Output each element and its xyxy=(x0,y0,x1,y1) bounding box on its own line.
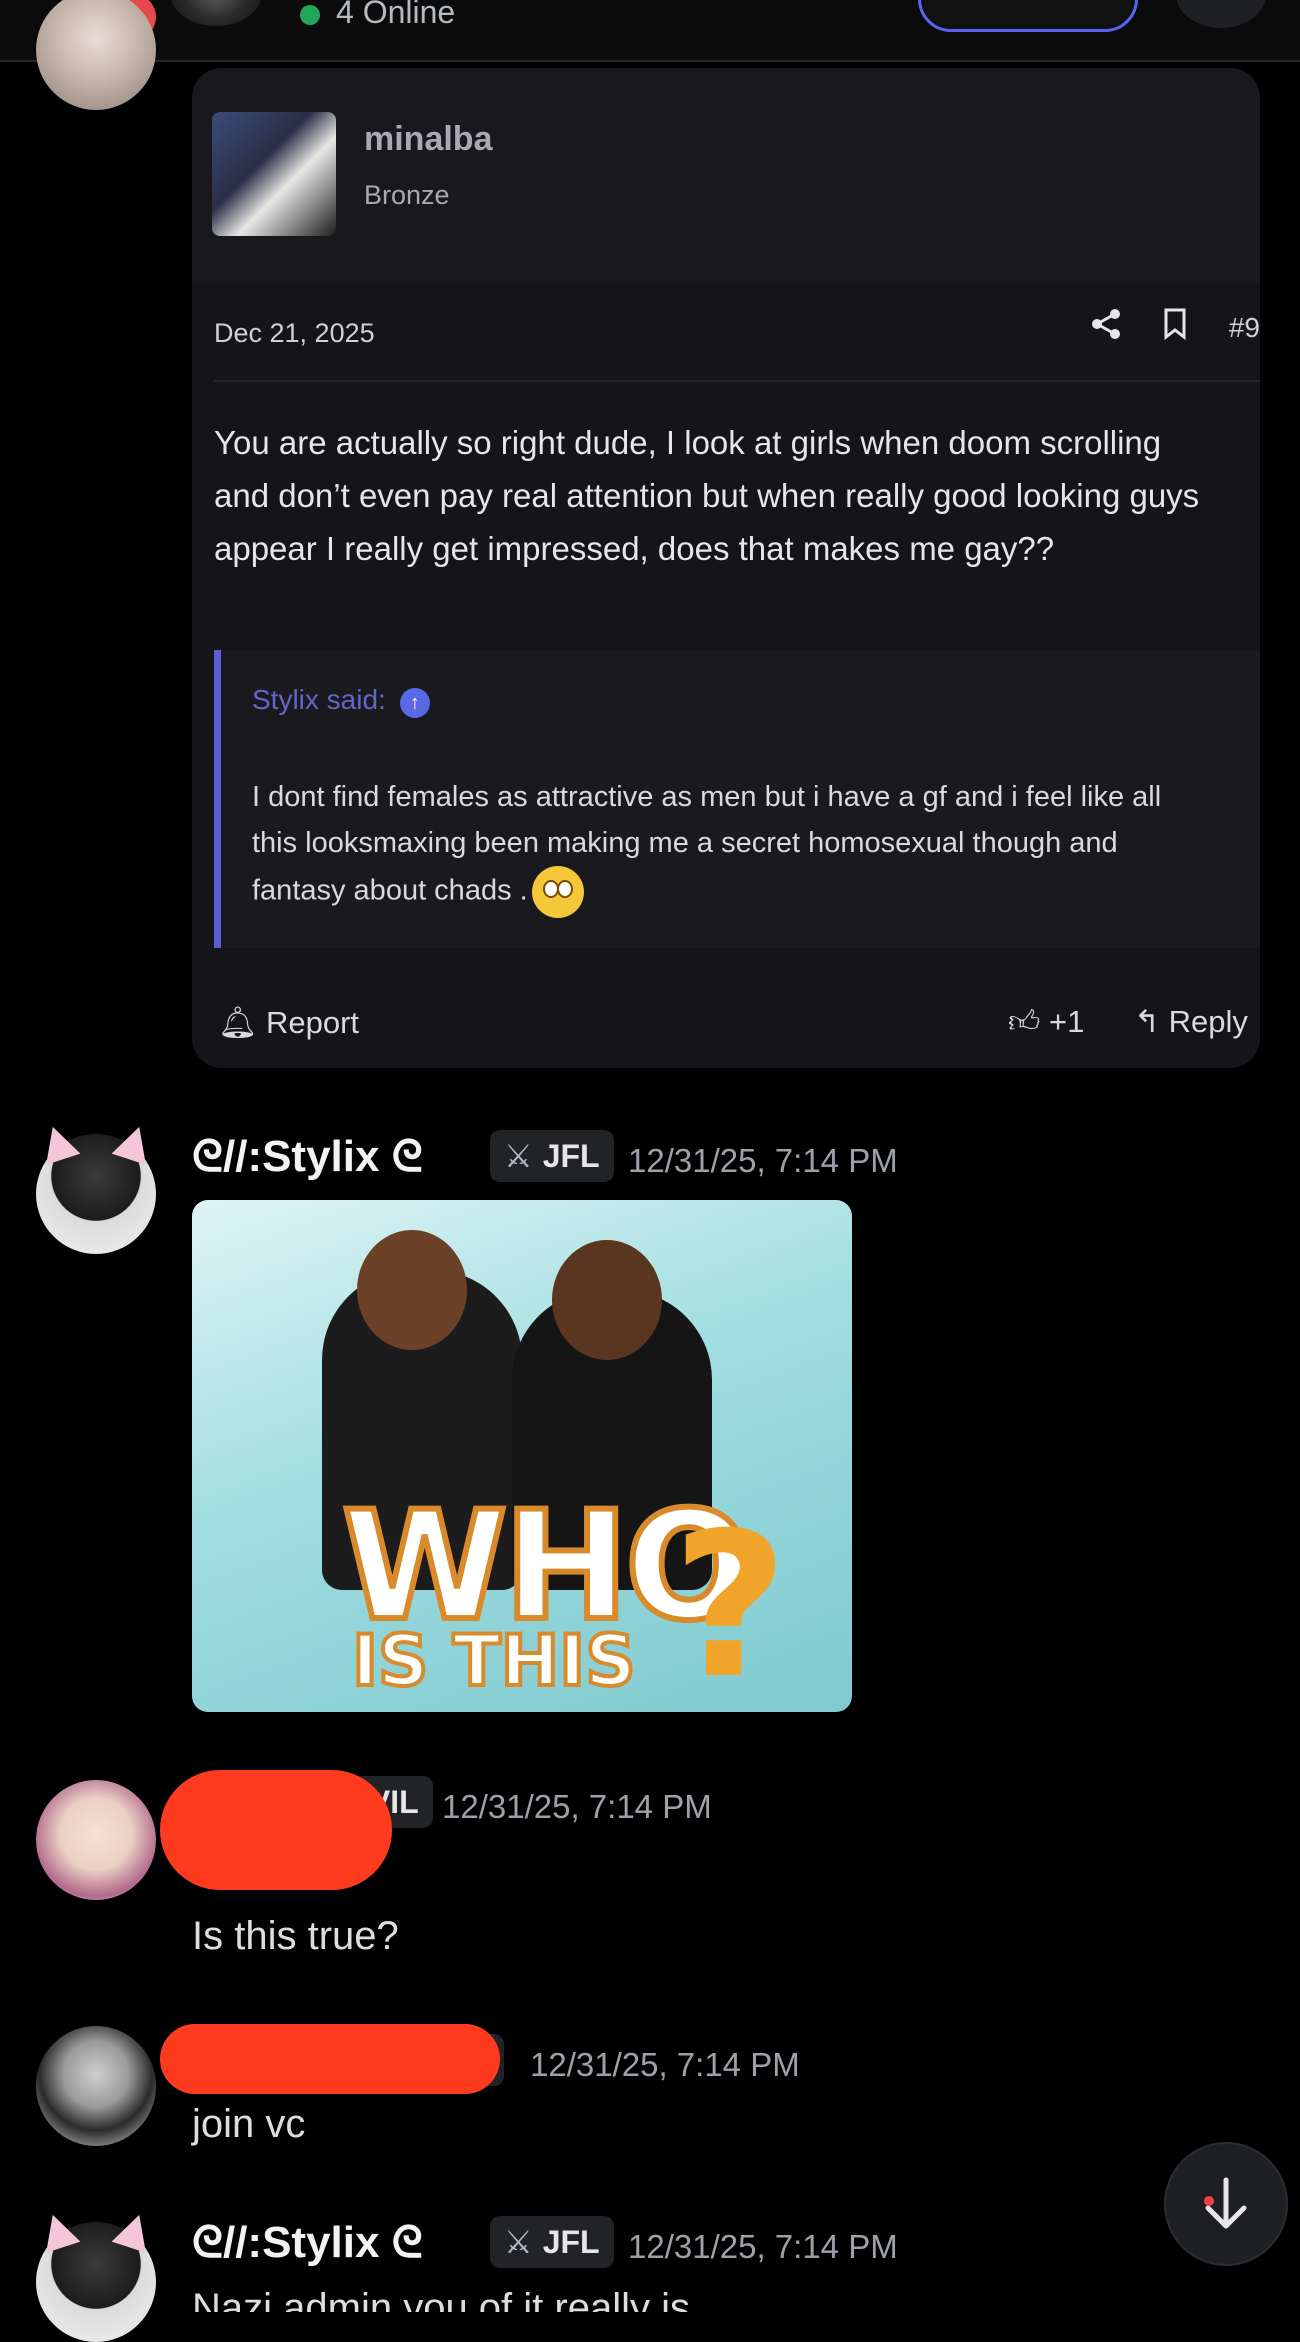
like-button: 👍︎ +1 xyxy=(1008,1004,1084,1041)
message-timestamp: 12/31/25, 7:14 PM xyxy=(530,2046,800,2083)
sword-icon: ⚔ xyxy=(504,2224,533,2260)
message-username[interactable]: ᘓ//:Stylix ᘓ xyxy=(192,1132,423,1182)
thumbs-up-icon: 👍︎ xyxy=(1008,1004,1041,1039)
message-image[interactable]: WHO IS THIS ? xyxy=(192,1200,852,1712)
like-count: +1 xyxy=(1049,1004,1085,1039)
redaction-mark xyxy=(160,1770,392,1890)
quote-author: Stylix said: ↑ xyxy=(252,684,430,718)
message-timestamp: 12/31/25, 7:14 PM xyxy=(628,1142,898,1179)
role-tag-label: JFL xyxy=(542,1138,600,1174)
report-button: 🔔︎ Report xyxy=(218,1004,359,1041)
post-author-name: minalba xyxy=(364,120,493,158)
avatar[interactable] xyxy=(36,1780,156,1900)
image-head-left xyxy=(357,1230,467,1350)
divider xyxy=(214,380,1260,382)
header-menu-button[interactable] xyxy=(1176,0,1266,28)
server-avatar[interactable] xyxy=(170,0,262,26)
channel-header: 85 4 Online xyxy=(0,0,1300,62)
unread-dot xyxy=(1204,2196,1214,2206)
scroll-to-bottom-button[interactable] xyxy=(1164,2142,1288,2266)
bell-icon: 🔔︎ xyxy=(218,1005,258,1040)
share-icon xyxy=(1091,308,1121,347)
online-status: 4 Online xyxy=(300,0,455,31)
quoted-post-card[interactable]: minalba Bronze Dec 21, 2025 #9 You are a… xyxy=(192,68,1260,1068)
avatar[interactable] xyxy=(36,0,156,110)
report-label: Report xyxy=(265,1005,360,1040)
post-date: Dec 21, 2025 xyxy=(214,318,375,348)
role-tag[interactable]: ⚔ JFL xyxy=(490,1130,614,1182)
online-dot-icon xyxy=(300,4,320,25)
reply-label: Reply xyxy=(1168,1004,1248,1039)
bookmark-icon xyxy=(1163,308,1187,347)
image-caption-question-mark: ? xyxy=(672,1490,789,1712)
redaction-mark xyxy=(160,2024,500,2094)
voice-channel-pill[interactable] xyxy=(918,0,1138,32)
reply-icon: ↰ xyxy=(1134,1004,1160,1039)
post-author-avatar xyxy=(212,112,336,236)
image-caption-is-this: IS THIS xyxy=(350,1618,638,1704)
post-number: #9 xyxy=(1228,311,1260,343)
message-text: Is this true? xyxy=(192,1914,399,1958)
post-header: minalba Bronze xyxy=(192,68,1260,283)
avatar[interactable] xyxy=(36,2026,156,2146)
message-username[interactable]: ᘓ//:Stylix ᘓ xyxy=(192,2218,423,2268)
quote-block: Stylix said: ↑ I dont find females as att… xyxy=(214,650,1260,948)
quote-text: I dont find females as attractive as men… xyxy=(252,774,1212,918)
arrow-up-icon: ↑ xyxy=(399,688,430,718)
role-tag[interactable]: ⚔ JFL xyxy=(490,2216,614,2268)
sword-icon: ⚔ xyxy=(504,1138,533,1174)
flushed-emoji-icon xyxy=(531,866,584,918)
post-body: You are actually so right dude, I look a… xyxy=(214,424,1200,567)
role-tag-label: JFL xyxy=(542,2224,600,2260)
quote-text-content: I dont find females as attractive as men… xyxy=(252,781,1162,907)
cat-ears-decoration xyxy=(36,1134,156,1164)
image-head-right xyxy=(552,1240,662,1360)
message-timestamp: 12/31/25, 7:14 PM xyxy=(628,2228,898,2265)
quote-author-label: Stylix said: xyxy=(252,684,386,715)
cat-ears-decoration xyxy=(36,2222,156,2252)
post-author-rank: Bronze xyxy=(364,180,450,210)
message-timestamp: 12/31/25, 7:14 PM xyxy=(442,1788,712,1825)
message-text: Nazi admin you of it really is ... xyxy=(192,2286,735,2312)
online-label: 4 Online xyxy=(336,0,456,30)
message-text: join vc xyxy=(192,2102,306,2146)
reply-button: ↰ Reply xyxy=(1134,1004,1248,1040)
quote-bar xyxy=(214,650,221,948)
post-actions: #9 xyxy=(1057,308,1260,347)
